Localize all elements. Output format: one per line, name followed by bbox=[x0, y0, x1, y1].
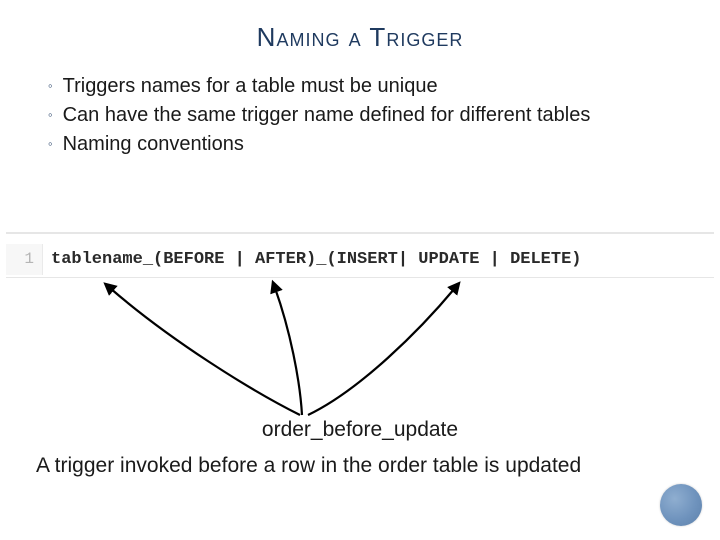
bullet-text: Naming conventions bbox=[63, 131, 690, 158]
bullet-item: ◦ Naming conventions bbox=[48, 131, 690, 158]
accent-circle-icon bbox=[660, 484, 702, 526]
example-trigger-name: order_before_update bbox=[0, 418, 720, 442]
line-number: 1 bbox=[6, 244, 43, 275]
bullet-item: ◦ Triggers names for a table must be uni… bbox=[48, 73, 690, 100]
code-block: 1 tablename_(BEFORE | AFTER)_(INSERT| UP… bbox=[0, 232, 720, 278]
bullet-item: ◦ Can have the same trigger name defined… bbox=[48, 102, 690, 129]
divider bbox=[6, 277, 714, 278]
bullet-list: ◦ Triggers names for a table must be uni… bbox=[48, 73, 690, 158]
bullet-text: Triggers names for a table must be uniqu… bbox=[63, 73, 690, 100]
bullet-text: Can have the same trigger name defined f… bbox=[63, 102, 690, 129]
code-row: 1 tablename_(BEFORE | AFTER)_(INSERT| UP… bbox=[6, 244, 714, 275]
slide: Naming a Trigger ◦ Triggers names for a … bbox=[0, 0, 720, 540]
arrow-to-timing-icon bbox=[275, 288, 302, 415]
code-text: tablename_(BEFORE | AFTER)_(INSERT| UPDA… bbox=[43, 244, 714, 275]
arrow-to-tablename-icon bbox=[110, 288, 300, 415]
bullet-marker-icon: ◦ bbox=[48, 131, 53, 157]
slide-title: Naming a Trigger bbox=[0, 0, 720, 53]
divider bbox=[6, 232, 714, 234]
example-description: A trigger invoked before a row in the or… bbox=[36, 452, 660, 479]
bullet-marker-icon: ◦ bbox=[48, 73, 53, 99]
bullet-marker-icon: ◦ bbox=[48, 102, 53, 128]
arrow-to-event-icon bbox=[308, 288, 455, 415]
